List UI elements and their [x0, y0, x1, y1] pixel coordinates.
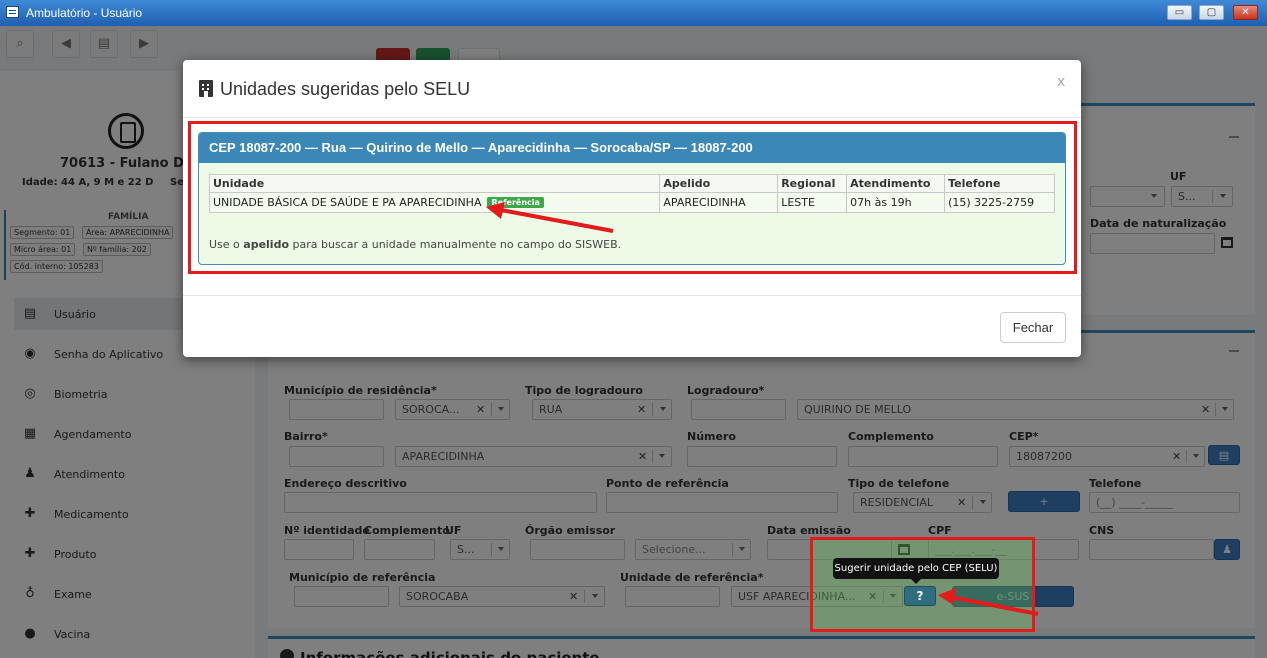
- units-table-body: UNIDADE BÁSICA DE SAÚDE E PA APARECIDINH…: [208, 192, 1055, 213]
- cell-apelido: APARECIDINHA: [659, 192, 779, 213]
- minimize-button[interactable]: ▭: [1167, 5, 1192, 20]
- cell-regional: LESTE: [777, 192, 848, 213]
- maximize-button[interactable]: ▢: [1199, 5, 1224, 20]
- modal-header-divider: [183, 117, 1081, 118]
- app-icon: [6, 6, 19, 18]
- column-header: Apelido: [659, 174, 779, 193]
- modal-close-button[interactable]: x: [1057, 74, 1065, 90]
- column-header: Telefone: [944, 174, 1055, 193]
- cell-telefone: (15) 3225-2759: [944, 192, 1055, 213]
- close-window-button[interactable]: ✕: [1233, 5, 1258, 20]
- column-header: Unidade: [208, 174, 661, 193]
- cell-atendimento: 07h às 19h: [846, 192, 946, 213]
- cep-hint: Use o apelido para buscar a unidade manu…: [209, 238, 622, 251]
- building-icon: [199, 80, 213, 97]
- cell-text: LESTE: [781, 196, 815, 209]
- cep-header: CEP 18087-200 — Rua — Quirino de Mello —…: [199, 133, 1065, 163]
- arrow-annotation-tooltip: [938, 588, 1039, 616]
- cell-text: 07h às 19h: [850, 196, 912, 209]
- modal-footer-divider: [183, 295, 1081, 296]
- cep-result-panel: CEP 18087-200 — Rua — Quirino de Mello —…: [198, 132, 1066, 265]
- selu-modal: Unidades sugeridas pelo SELU x CEP 18087…: [183, 60, 1081, 357]
- units-table-header: Unidade Apelido Regional Atendimento Telefon…: [208, 174, 1055, 193]
- window-titlebar: Ambulatório - Usuário ▭ ▢ ✕: [0, 0, 1267, 26]
- cell-text: (15) 3225-2759: [948, 196, 1035, 209]
- column-header: Atendimento: [846, 174, 946, 193]
- cell-text: UNIDADE BÁSICA DE SAÚDE E PA APARECIDINH…: [213, 196, 482, 209]
- modal-title: Unidades sugeridas pelo SELU: [220, 79, 471, 99]
- cell-text: APARECIDINHA: [663, 196, 746, 209]
- window-title: Ambulatório - Usuário: [26, 6, 143, 20]
- column-header: Regional: [777, 174, 848, 193]
- table-row[interactable]: UNIDADE BÁSICA DE SAÚDE E PA APARECIDINH…: [208, 192, 1055, 213]
- fechar-button[interactable]: Fechar: [1000, 312, 1066, 343]
- arrow-annotation-result: [486, 202, 614, 233]
- units-table: Unidade Apelido Regional Atendimento Telefon…: [208, 174, 1055, 213]
